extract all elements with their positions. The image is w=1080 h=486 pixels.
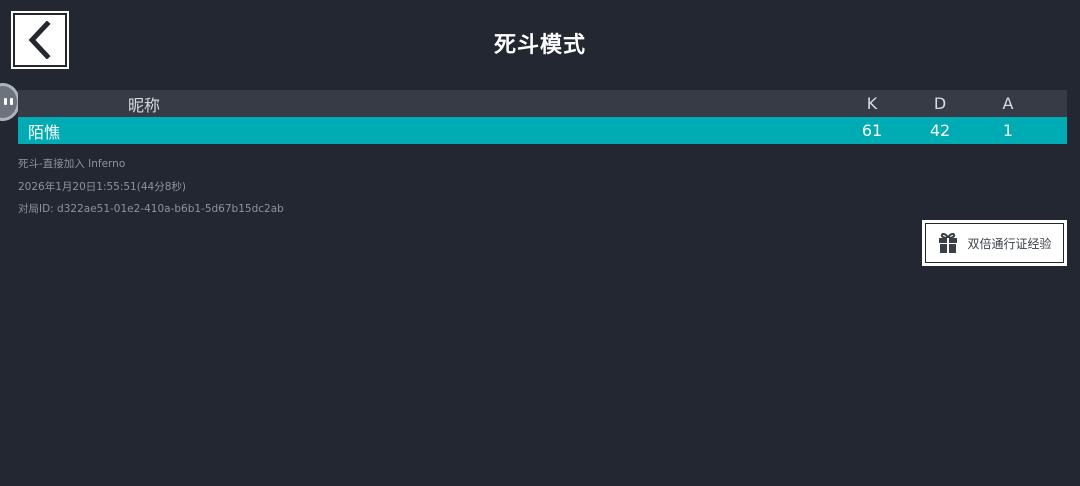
match-datetime: 2026年1月20日1:55:51(44分8秒) [18, 180, 186, 193]
match-info: 死斗-直接加入 Inferno 2026年1月20日1:55:51(44分8秒)… [18, 153, 284, 221]
column-header-deaths: D [933, 94, 947, 113]
double-pass-xp-label: 双倍通行证经验 [967, 236, 1052, 251]
gift-icon [939, 232, 958, 253]
player-assists: 1 [1002, 121, 1014, 140]
column-header-kills: K [866, 94, 878, 113]
app-root: 死斗模式 昵称 K D A 陌憔 61 42 1 死斗-直接加入 Inferno… [0, 0, 1080, 486]
column-header-assists: A [1002, 94, 1014, 113]
drawer-handle-icon [4, 98, 13, 105]
player-deaths: 42 [929, 121, 951, 140]
page-title: 死斗模式 [493, 33, 586, 58]
double-pass-xp-button-frame: 双倍通行证经验 [925, 223, 1064, 263]
match-id: 对局ID: d322ae51-01e2-410a-b6b1-5d67b15dc2… [18, 203, 284, 215]
player-nickname: 陌憔 [28, 122, 61, 142]
double-pass-xp-button[interactable]: 双倍通行证经验 [922, 220, 1067, 266]
table-row[interactable]: 陌憔 61 42 1 [18, 117, 1067, 144]
column-header-nickname: 昵称 [128, 95, 161, 115]
match-mode-map: 死斗-直接加入 Inferno [18, 158, 126, 170]
side-drawer-handle[interactable] [0, 83, 20, 121]
player-kills: 61 [861, 121, 883, 140]
scoreboard-header-row: 昵称 K D A [18, 90, 1067, 117]
scoreboard-table: 昵称 K D A 陌憔 61 42 1 [18, 90, 1067, 144]
